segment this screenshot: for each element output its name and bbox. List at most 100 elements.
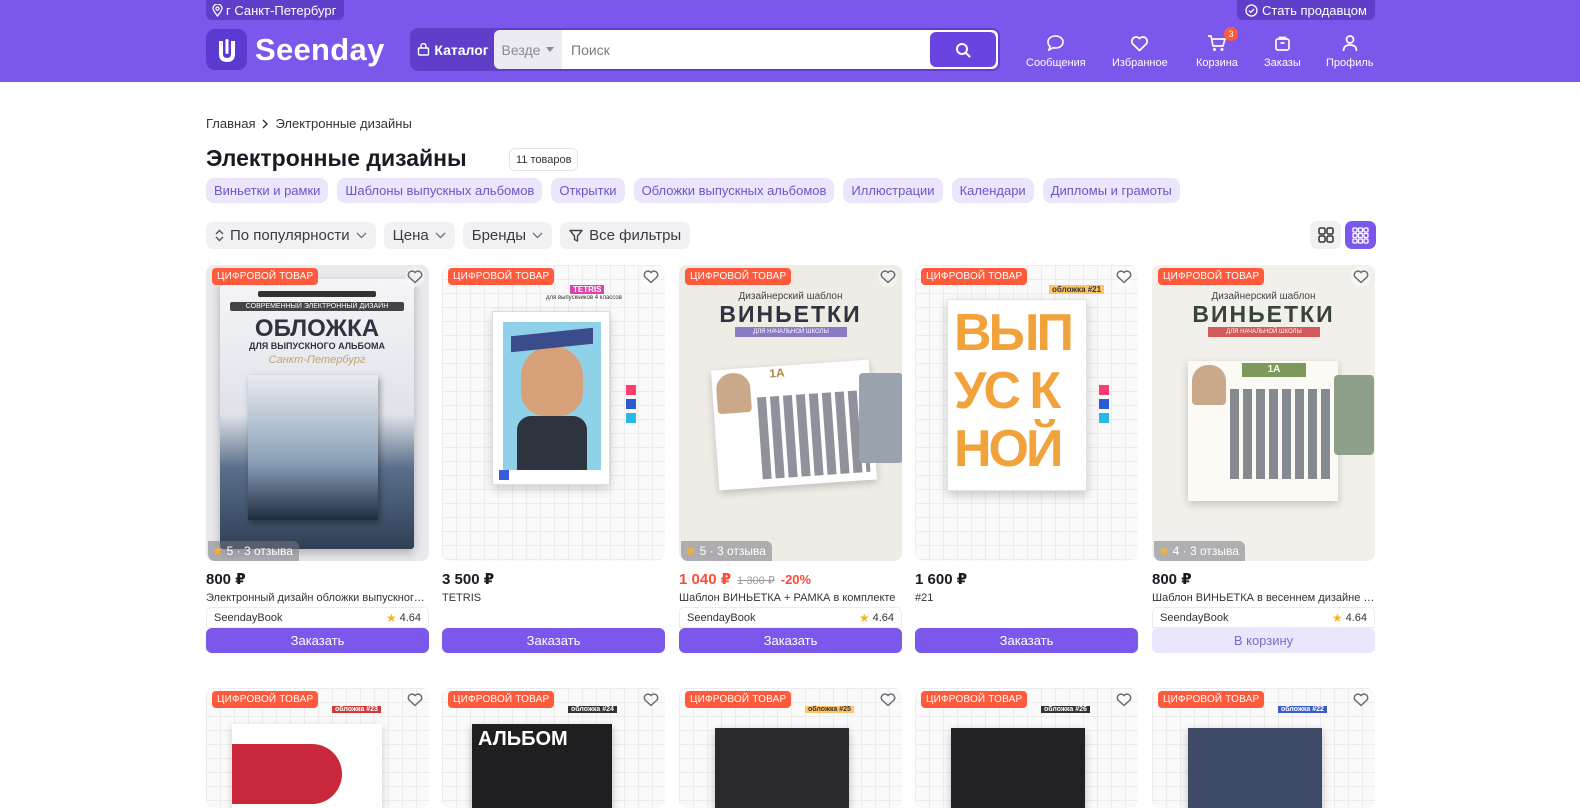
nav-orders[interactable]: Заказы (1264, 33, 1301, 69)
heart-icon (1131, 35, 1149, 51)
nav-profile[interactable]: Профиль (1326, 33, 1374, 69)
favorite-heart-icon[interactable] (1114, 267, 1134, 287)
design-label: обложка #25 (805, 706, 854, 713)
grade-label: 1А (768, 365, 786, 381)
favorite-heart-icon[interactable] (641, 267, 661, 287)
nav-messages[interactable]: Сообщения (1026, 33, 1086, 69)
seller-rating: 4.64 (872, 611, 894, 624)
digital-product-tag: ЦИФРОВОЙ ТОВАР (685, 691, 792, 708)
all-filters-button[interactable]: Все фильтры (560, 222, 691, 249)
favorite-heart-icon[interactable] (641, 690, 661, 710)
product-card[interactable]: обложка #26 ЦИФРОВОЙ ТОВАР (915, 688, 1138, 808)
seller-name: SeendayBook (687, 611, 756, 624)
seller-row[interactable]: SeendayBook ★ 4.64 (679, 607, 902, 628)
nav-cart-label: Корзина (1196, 57, 1238, 69)
nav-orders-label: Заказы (1264, 57, 1301, 69)
favorite-heart-icon[interactable] (878, 267, 898, 287)
seller-name: SeendayBook (214, 611, 283, 624)
brands-filter[interactable]: Бренды (462, 222, 553, 249)
price-filter[interactable]: Цена (383, 222, 455, 249)
digital-product-tag: ЦИФРОВОЙ ТОВАР (448, 691, 555, 708)
breadcrumb: Главная Электронные дизайны (206, 116, 412, 131)
category-chips: Виньетки и рамки Шаблоны выпускных альбо… (206, 178, 1180, 203)
chat-icon (1047, 35, 1065, 52)
price: 1 600 ₽ (915, 571, 968, 588)
category-chip[interactable]: Шаблоны выпускных альбомов (337, 178, 543, 203)
product-card[interactable]: обложка #23 ЦИФРОВОЙ ТОВАР (206, 688, 429, 808)
nav-profile-label: Профиль (1326, 57, 1374, 69)
sort-dropdown[interactable]: По популярности (206, 222, 376, 249)
page-title: Электронные дизайны (206, 145, 467, 171)
digital-product-tag: ЦИФРОВОЙ ТОВАР (212, 691, 319, 708)
product-image[interactable]: СОВРЕМЕННЫЙ ЭЛЕКТРОННЫЙ ДИЗАЙН ОБЛОЖКА Д… (206, 265, 429, 561)
product-card: Дизайнерский шаблон ВИНЬЕТКИ ДЛЯ НАЧАЛЬН… (679, 265, 902, 653)
grid-4-icon (1317, 227, 1334, 243)
design-title: ВИНЬЕТКИ (719, 301, 862, 327)
product-name[interactable]: Шаблон ВИНЬЕТКА + РАМКА в комплекте (679, 592, 902, 604)
product-image[interactable]: Дизайнерский шаблон ВИНЬЕТКИ ДЛЯ НАЧАЛЬН… (1152, 265, 1375, 561)
product-card[interactable]: обложка #24 АЛЬБОМ ЦИФРОВОЙ ТОВАР (442, 688, 665, 808)
digital-product-tag: ЦИФРОВОЙ ТОВАР (921, 268, 1028, 285)
rating-text: 5 · 3 отзыва (226, 544, 293, 558)
seller-row[interactable]: SeendayBook ★ 4.64 (1152, 607, 1375, 628)
design-caption: для выпускников 4 классов (546, 295, 622, 301)
favorite-heart-icon[interactable] (1351, 267, 1371, 287)
category-chip[interactable]: Календари (951, 178, 1034, 203)
filter-funnel-icon (569, 229, 583, 242)
catalog-button[interactable]: Каталог (412, 30, 494, 69)
product-card[interactable]: обложка #25 ЦИФРОВОЙ ТОВАР (679, 688, 902, 808)
rating-badge: ★ 5 · 3 отзыва (208, 541, 299, 561)
product-card[interactable]: обложка #22 ЦИФРОВОЙ ТОВАР (1152, 688, 1375, 808)
sort-label: По популярности (230, 227, 350, 244)
star-icon: ★ (1331, 610, 1343, 625)
favorite-heart-icon[interactable] (405, 690, 425, 710)
cover-text: АЛЬБОМ (478, 728, 568, 750)
nav-favorites-label: Избранное (1112, 57, 1168, 69)
digital-product-tag: ЦИФРОВОЙ ТОВАР (921, 691, 1028, 708)
favorite-heart-icon[interactable] (1351, 690, 1371, 710)
logo-text: Seenday (255, 31, 385, 67)
favorite-heart-icon[interactable] (405, 267, 425, 287)
search-input[interactable] (562, 30, 930, 69)
order-button[interactable]: Заказать (915, 628, 1138, 653)
nav-cart[interactable]: 3 Корзина (1196, 27, 1238, 69)
breadcrumb-home[interactable]: Главная (206, 116, 255, 131)
category-chip[interactable]: Обложки выпускных альбомов (633, 178, 835, 203)
grid-small-view-button[interactable] (1345, 221, 1376, 249)
add-to-cart-button[interactable]: В корзину (1152, 628, 1375, 653)
user-icon (1342, 35, 1358, 52)
order-button[interactable]: Заказать (206, 628, 429, 653)
product-name[interactable]: TETRIS (442, 592, 665, 604)
search-scope-select[interactable]: Везде (494, 30, 562, 69)
favorite-heart-icon[interactable] (878, 690, 898, 710)
box-icon (1275, 36, 1290, 51)
product-name[interactable]: Шаблон ВИНЬЕТКА в весеннем дизайне для н… (1152, 592, 1375, 604)
grid-large-view-button[interactable] (1310, 221, 1341, 249)
product-name[interactable]: #21 (915, 592, 1138, 604)
product-image[interactable]: Дизайнерский шаблон ВИНЬЕТКИ ДЛЯ НАЧАЛЬН… (679, 265, 902, 561)
search-button[interactable] (930, 32, 996, 67)
category-chip[interactable]: Дипломы и грамоты (1042, 178, 1180, 203)
star-icon: ★ (685, 543, 697, 558)
city-selector[interactable]: г Санкт-Петербург (206, 0, 345, 20)
digital-product-tag: ЦИФРОВОЙ ТОВАР (685, 268, 792, 285)
price: 3 500 ₽ (442, 571, 495, 588)
favorite-heart-icon[interactable] (1114, 690, 1134, 710)
seller-row[interactable]: SeendayBook ★ 4.64 (206, 607, 429, 628)
digital-product-tag: ЦИФРОВОЙ ТОВАР (1158, 691, 1265, 708)
become-seller-link[interactable]: Стать продавцом (1237, 0, 1375, 20)
nav-favorites[interactable]: Избранное (1112, 33, 1168, 69)
category-chip[interactable]: Открытки (551, 178, 625, 203)
product-image[interactable]: обложка #21 ВЫП УС К НОЙ ЦИФРОВОЙ ТОВАР (915, 265, 1138, 561)
vignette-sheet: 1А (1188, 361, 1338, 501)
order-button[interactable]: Заказать (679, 628, 902, 653)
product-name[interactable]: Электронный дизайн обложки выпускного ал… (206, 592, 429, 604)
chevron-down-icon (356, 232, 367, 239)
price-row: 800 ₽ (1152, 570, 1192, 588)
category-chip[interactable]: Иллюстрации (843, 178, 943, 203)
product-image[interactable]: TETRIS для выпускников 4 классов ЦИФРОВО… (442, 265, 665, 561)
order-button[interactable]: Заказать (442, 628, 665, 653)
logo[interactable]: Seenday (206, 29, 385, 70)
design-label: TETRIS (570, 285, 605, 294)
category-chip[interactable]: Виньетки и рамки (206, 178, 329, 203)
